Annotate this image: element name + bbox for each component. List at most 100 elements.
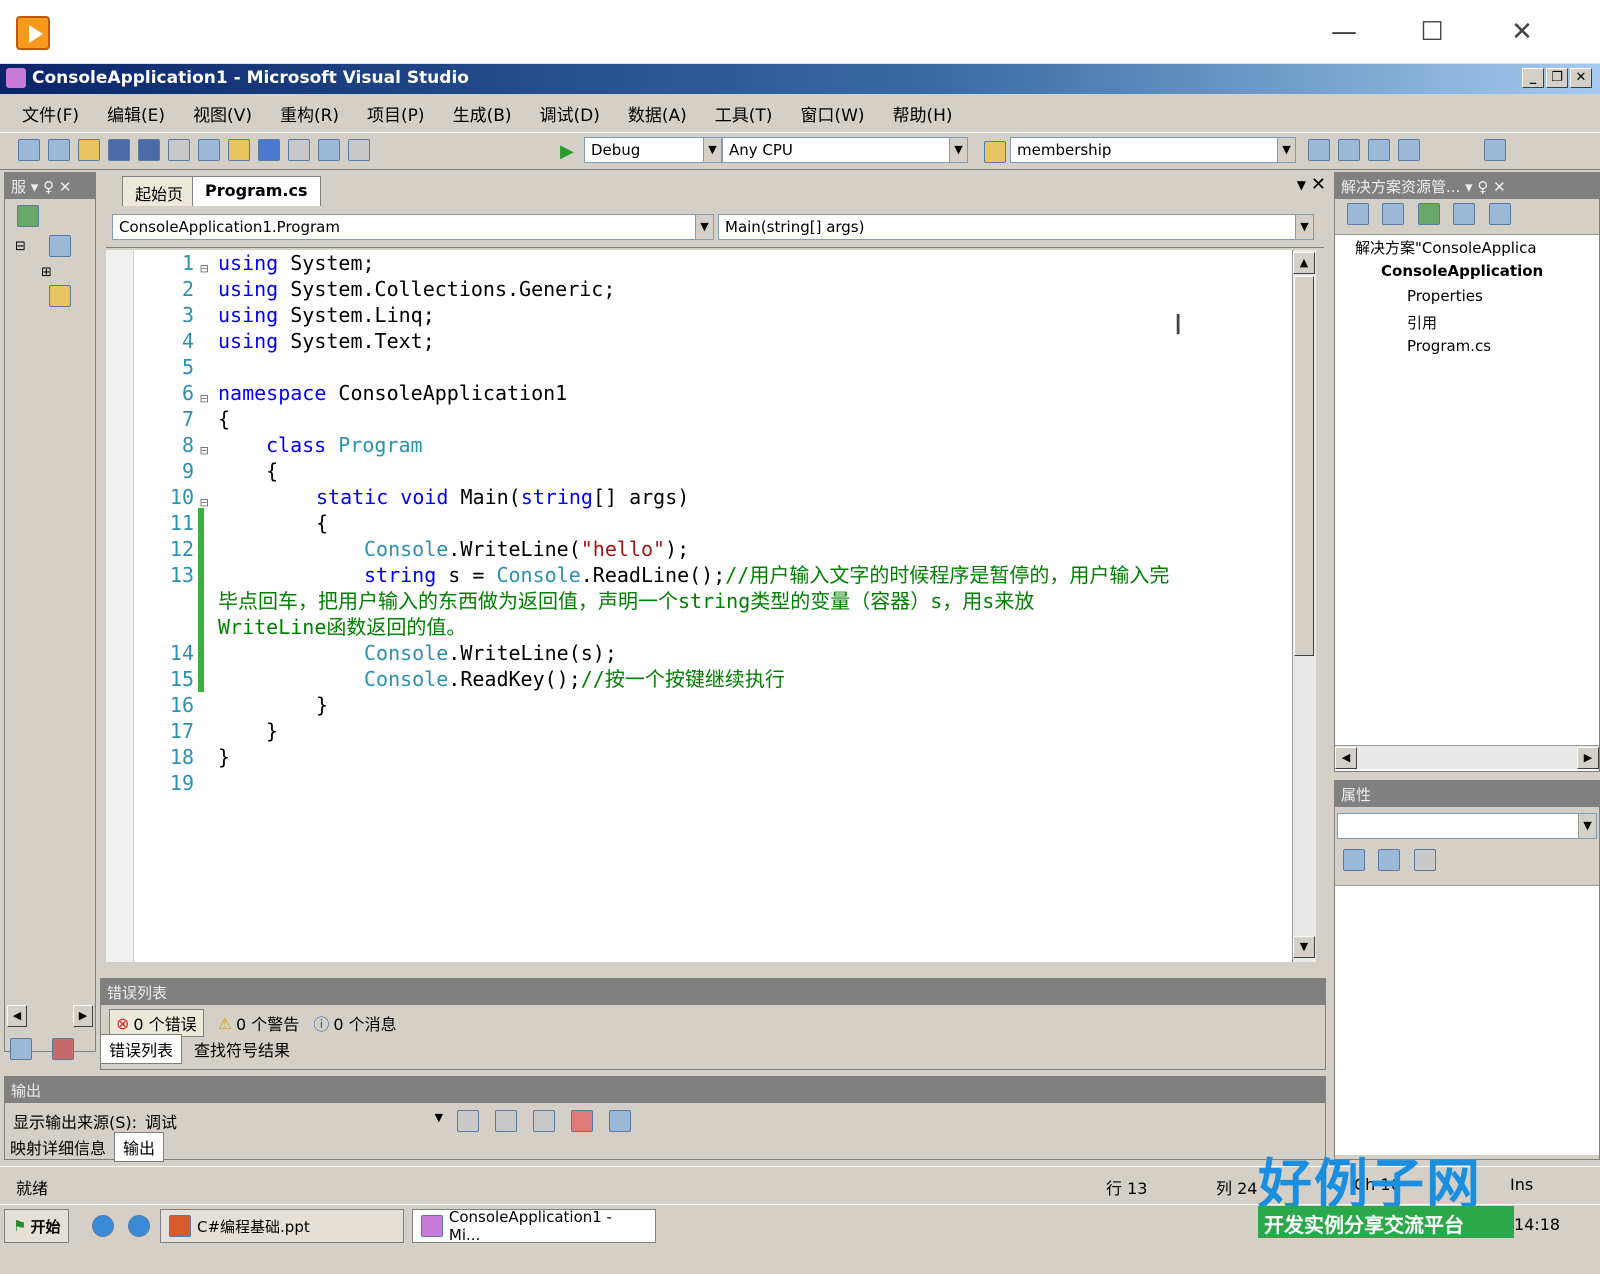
member-combo[interactable]: Main(string[] args) ▼: [718, 214, 1314, 240]
menu-edit[interactable]: 编辑(E): [107, 101, 165, 126]
start-debugging-icon[interactable]: ▶: [560, 141, 574, 162]
goto-prev-icon[interactable]: [495, 1110, 518, 1132]
scroll-up-button[interactable]: ▲: [1293, 252, 1315, 274]
solution-hscrollbar[interactable]: ◀ ▶: [1335, 745, 1599, 769]
tab-list-dropdown[interactable]: ▼: [1297, 178, 1306, 192]
menu-build[interactable]: 生成(B): [453, 101, 512, 126]
type-combo[interactable]: ConsoleApplication1.Program ▼: [112, 214, 714, 240]
navigate-forward-icon[interactable]: [348, 139, 370, 161]
browser-quicklaunch-icon[interactable]: [92, 1215, 114, 1237]
redo-icon[interactable]: [288, 139, 310, 161]
paste-icon[interactable]: [228, 139, 250, 161]
scroll-left-button[interactable]: ◀: [7, 1005, 27, 1027]
outline-collapse-icon[interactable]: ⊟: [200, 438, 208, 464]
platform-combo[interactable]: Any CPU ▼: [722, 137, 968, 163]
word-wrap-icon[interactable]: [609, 1110, 632, 1132]
maximize-button[interactable]: ☐: [1410, 10, 1454, 54]
vs-restore-button[interactable]: ❐: [1546, 68, 1568, 88]
object-browser-icon[interactable]: [1368, 139, 1390, 161]
properties-object-combo[interactable]: ▼: [1337, 813, 1597, 839]
properties-window-icon[interactable]: [1338, 139, 1360, 161]
solution-explorer-icon[interactable]: [1308, 139, 1330, 161]
messages-filter-button[interactable]: ⓘ 0 个消息: [313, 1011, 396, 1035]
close-button[interactable]: ✕: [1500, 10, 1544, 54]
property-pages-icon[interactable]: [1413, 849, 1436, 871]
tree-item-references[interactable]: 引用: [1341, 312, 1593, 337]
open-file-icon[interactable]: [78, 139, 100, 161]
taskbar-item-ppt[interactable]: C#编程基础.ppt: [160, 1209, 404, 1243]
menu-file[interactable]: 文件(F): [22, 101, 79, 126]
tab-start-page[interactable]: 起始页: [122, 176, 197, 206]
warnings-filter-button[interactable]: ⚠ 0 个警告: [218, 1011, 300, 1035]
tree-collapse-icon[interactable]: ⊟: [15, 239, 26, 254]
find-combo[interactable]: membership ▼: [1010, 137, 1296, 163]
cut-icon[interactable]: [168, 139, 190, 161]
goto-next-icon[interactable]: [533, 1110, 556, 1132]
add-item-icon[interactable]: [48, 139, 70, 161]
outline-collapse-icon[interactable]: ⊟: [200, 490, 208, 516]
menu-project[interactable]: 项目(P): [367, 101, 425, 126]
solution-explorer-toolbar: [1335, 199, 1599, 235]
vs-close-button[interactable]: ✕: [1570, 68, 1592, 88]
output-source-combo[interactable]: 调试 ▼: [145, 1109, 446, 1133]
vs-minimize-button[interactable]: _: [1522, 68, 1544, 88]
config-combo[interactable]: Debug ▼: [584, 137, 722, 163]
editor-vertical-scrollbar[interactable]: ▲ ▼: [1292, 250, 1316, 962]
keyword: string: [520, 485, 593, 509]
minimize-button[interactable]: —: [1322, 10, 1366, 54]
standard-toolbar: ▶ Debug ▼ Any CPU ▼ membership ▼: [0, 132, 1600, 170]
scroll-right-button[interactable]: ▶: [73, 1005, 93, 1027]
categorized-icon[interactable]: [1343, 849, 1365, 871]
outline-collapse-icon[interactable]: ⊟: [200, 386, 208, 412]
menu-refactor[interactable]: 重构(R): [280, 101, 339, 126]
tab-program-cs[interactable]: Program.cs: [192, 176, 321, 206]
properties-icon[interactable]: [1347, 203, 1369, 225]
undo-icon[interactable]: [258, 139, 280, 161]
tab-error-list[interactable]: 错误列表: [100, 1034, 183, 1064]
refresh-icon[interactable]: [17, 205, 39, 227]
menu-data[interactable]: 数据(A): [628, 101, 687, 126]
scroll-right-button[interactable]: ▶: [1577, 747, 1599, 769]
taskbar-item-vs[interactable]: ConsoleApplication1 - Mi...: [412, 1208, 656, 1244]
menu-view[interactable]: 视图(V): [193, 101, 252, 126]
save-icon[interactable]: [108, 139, 130, 161]
scrollbar-thumb[interactable]: [1294, 276, 1314, 656]
view-code-icon[interactable]: [1453, 203, 1476, 225]
scroll-left-button[interactable]: ◀: [1335, 747, 1357, 769]
tree-item-project[interactable]: ConsoleApplication: [1341, 262, 1593, 287]
tree-item-solution[interactable]: 解决方案"ConsoleApplica: [1341, 237, 1593, 262]
menu-help[interactable]: 帮助(H): [893, 101, 953, 126]
tree-expand-icon[interactable]: ⊞: [41, 265, 52, 280]
tab-find-symbol-results[interactable]: 查找符号结果: [186, 1035, 298, 1063]
tab-output[interactable]: 输出: [114, 1132, 165, 1162]
toolbox-icon[interactable]: [1398, 139, 1420, 161]
errors-filter-button[interactable]: ⊗ 0 个错误: [109, 1009, 204, 1037]
clear-all-icon[interactable]: [571, 1110, 594, 1132]
chevron-down-icon: ▼: [695, 215, 713, 239]
desktop-quicklaunch-icon[interactable]: [128, 1215, 150, 1237]
outline-collapse-icon[interactable]: ⊟: [200, 256, 208, 282]
vs-titlebar: ConsoleApplication1 - Microsoft Visual S…: [0, 64, 1600, 94]
tree-item-program-cs[interactable]: Program.cs: [1341, 337, 1593, 362]
toolbox-tab-icon[interactable]: [52, 1038, 74, 1060]
show-all-files-icon[interactable]: [1382, 203, 1405, 225]
class-diagram-icon[interactable]: [1488, 203, 1511, 225]
close-tab-icon[interactable]: ✕: [1311, 174, 1326, 195]
tab-mapping-details[interactable]: 映射详细信息: [6, 1133, 110, 1161]
alphabetical-icon[interactable]: [1378, 849, 1401, 871]
scroll-down-button[interactable]: ▼: [1293, 936, 1315, 958]
menu-window[interactable]: 窗口(W): [800, 101, 864, 126]
start-button[interactable]: ⚑ 开始: [4, 1209, 70, 1243]
server-explorer-tab-icon[interactable]: [10, 1038, 32, 1060]
new-project-icon[interactable]: [18, 139, 40, 161]
menu-tools[interactable]: 工具(T): [715, 101, 773, 126]
save-all-icon[interactable]: [138, 139, 160, 161]
start-page-icon[interactable]: [1484, 139, 1506, 161]
find-in-files-icon[interactable]: [984, 141, 1006, 163]
refresh-icon[interactable]: [1417, 203, 1440, 225]
copy-icon[interactable]: [198, 139, 220, 161]
tree-item-properties[interactable]: Properties: [1341, 287, 1593, 312]
navigate-back-icon[interactable]: [318, 139, 340, 161]
menu-debug[interactable]: 调试(D): [540, 101, 600, 126]
find-message-icon[interactable]: [457, 1110, 480, 1132]
